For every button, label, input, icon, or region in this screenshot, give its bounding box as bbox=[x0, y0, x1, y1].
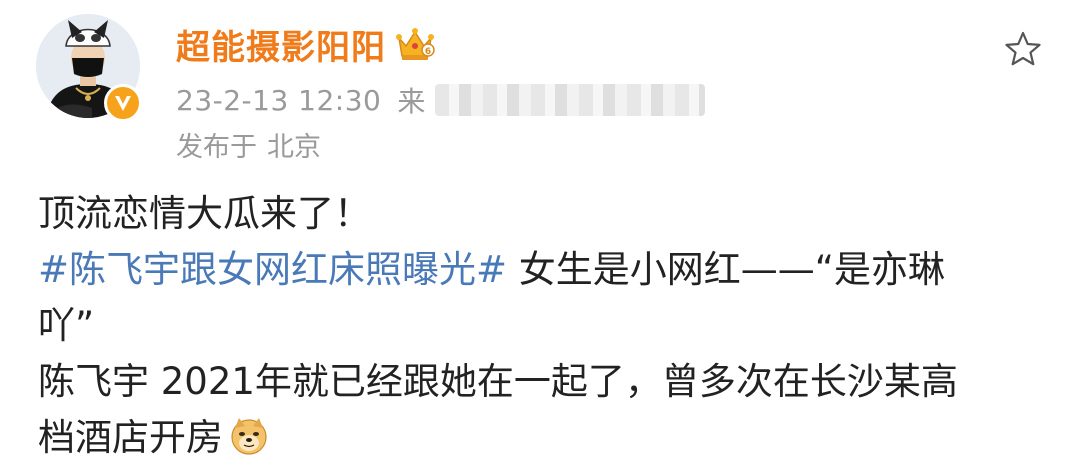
star-outline-icon bbox=[1005, 31, 1041, 66]
hashtag-link[interactable]: #陈飞宇跟女网红床照曝光# bbox=[38, 248, 507, 291]
content-line-5: 档酒店开房 bbox=[38, 410, 1048, 466]
content-line-2-text: 女生是小网红——“是亦琳 bbox=[507, 248, 945, 291]
location-value: 北京 bbox=[267, 131, 321, 163]
content-line-3: 吖” bbox=[38, 304, 95, 347]
content-line-2: #陈飞宇跟女网红床照曝光# 女生是小网红——“是亦琳 bbox=[38, 242, 1048, 298]
content-line-4: 陈飞宇 2021年就已经跟她在一起了，曾多次在长沙某高 bbox=[38, 360, 958, 403]
verified-v-icon bbox=[104, 84, 142, 122]
content-line-5-text: 档酒店开房 bbox=[38, 416, 223, 459]
post-meta: 23-2-13 12:30 来 bbox=[176, 80, 706, 120]
content-line-1: 顶流恋情大瓜来了！ bbox=[38, 192, 371, 235]
crown-badge-icon[interactable]: 6 bbox=[394, 24, 436, 64]
svg-text:6: 6 bbox=[425, 47, 431, 57]
doge-emoji-icon bbox=[231, 418, 267, 455]
post-content: 顶流恋情大瓜来了！ #陈飞宇跟女网红床照曝光# 女生是小网红——“是亦琳 吖” … bbox=[38, 186, 1048, 466]
weibo-post-card: 超能摄影阳阳 6 23-2-13 12:30 来 发布于 北京 顶流恋情大瓜来了… bbox=[0, 0, 1080, 474]
favorite-button[interactable] bbox=[1000, 26, 1046, 72]
author-name[interactable]: 超能摄影阳阳 bbox=[176, 20, 386, 69]
post-time: 23-2-13 12:30 bbox=[176, 83, 382, 117]
location-label: 发布于 bbox=[176, 131, 257, 163]
blurred-source bbox=[435, 84, 706, 116]
source-prefix: 来 bbox=[397, 85, 426, 118]
post-location: 发布于 北京 bbox=[176, 124, 321, 164]
author-row: 超能摄影阳阳 6 bbox=[176, 20, 436, 68]
